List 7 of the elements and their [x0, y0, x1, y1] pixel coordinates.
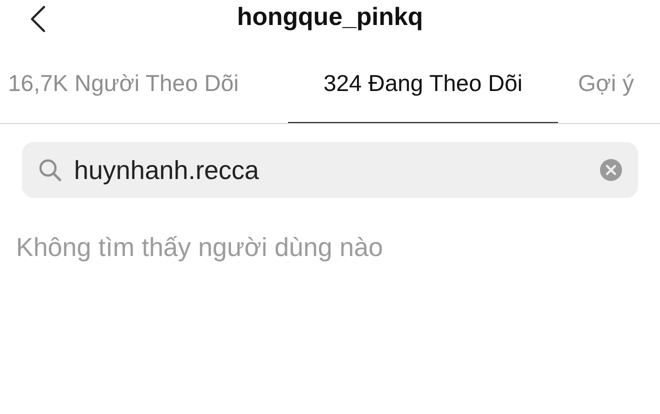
tab[interactable]: 324 Đang Theo Dõi: [288, 44, 558, 123]
back-icon: [30, 5, 46, 33]
search-text: huynhanh.recca: [74, 154, 260, 186]
search-icon: [38, 158, 62, 182]
search-field[interactable]: huynhanh.recca: [22, 142, 638, 198]
no-results-message: Không tìm thấy người dùng nào: [16, 232, 383, 262]
profile-username: hongque_pinkq: [236, 2, 424, 34]
